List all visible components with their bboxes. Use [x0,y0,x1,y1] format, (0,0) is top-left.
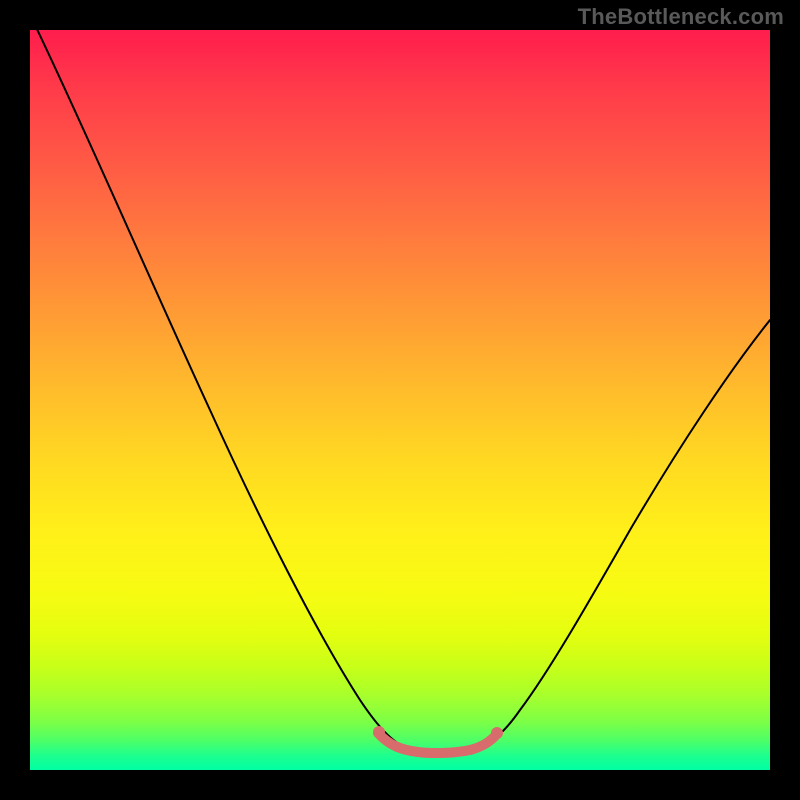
chart-frame: TheBottleneck.com [0,0,800,800]
bottleneck-curve [35,30,770,752]
optimal-range-end-dot [491,727,503,739]
chart-svg [30,30,770,770]
plot-area [30,30,770,770]
optimal-range-marker [378,733,497,753]
optimal-range-start-dot [373,726,385,738]
watermark-text: TheBottleneck.com [578,4,784,30]
